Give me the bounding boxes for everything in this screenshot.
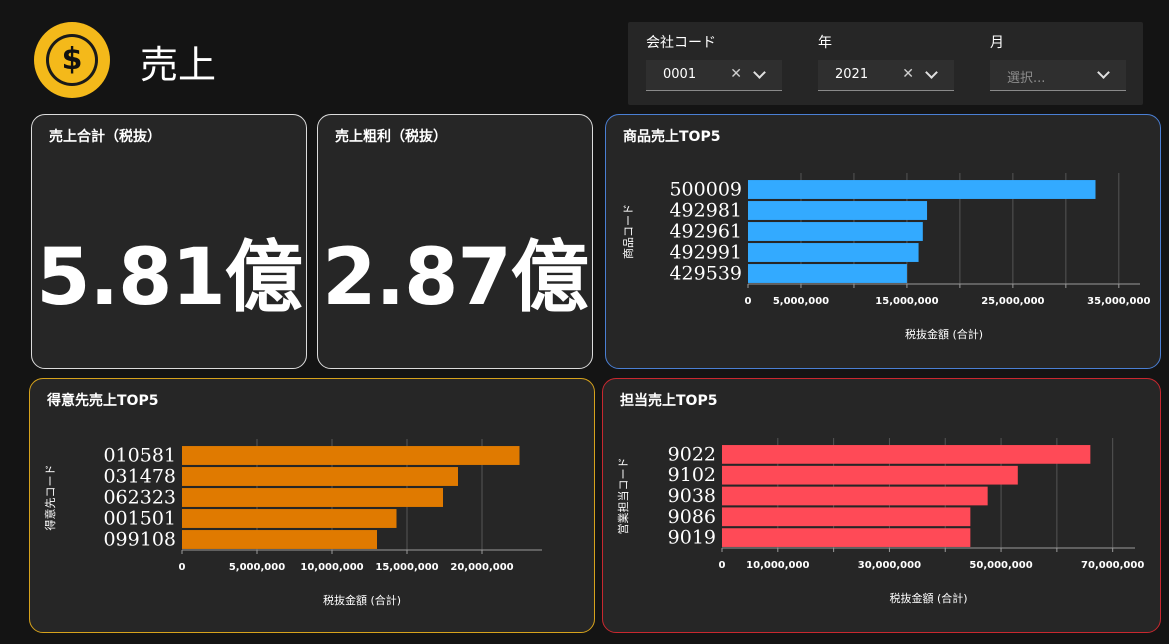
company-code-value: 0001 [663, 67, 697, 82]
x-tick-label: 30,000,000 [858, 560, 921, 571]
x-tick-label: 50,000,000 [969, 560, 1032, 571]
customer-sales-chart: 0105810314780623230015010991080 5,000,000… [43, 439, 542, 607]
category-label: 500009 [669, 179, 742, 201]
page-title: 売上 [140, 43, 217, 87]
category-label: 099108 [103, 529, 176, 551]
chevron-down-icon[interactable] [1097, 66, 1110, 79]
staff-sales-card: 担当売上TOP5 9022 9102 9038 9086 9019 0 10,000,000… [602, 378, 1161, 633]
x-tick-label: 10,000,000 [746, 560, 809, 571]
customer-sales-card: 得意先売上TOP5 010581 031478 062323 001501 099108… [29, 378, 595, 633]
month-placeholder: 選択... [1007, 71, 1046, 86]
bar [182, 488, 443, 507]
product-sales-card: 商品売上TOP5 500009 492981 492961 492991 429539 0… [605, 114, 1161, 369]
bar [722, 465, 1018, 485]
month-label: 月 [990, 35, 1004, 51]
gross-profit-card: 売上粗利（税抜） 2.87億 [317, 114, 593, 369]
category-label: 9086 [668, 506, 716, 528]
x-axis-title: 税抜金額 (合計) [323, 593, 401, 607]
bar [182, 530, 377, 549]
x-tick-label: 5,000,000 [229, 562, 285, 573]
month-select[interactable]: 選択... [990, 60, 1126, 91]
category-label: 9102 [668, 464, 716, 486]
bar [182, 446, 520, 465]
sales-total-title: 売上合計（税抜） [49, 129, 161, 145]
bar [722, 507, 971, 527]
bar [748, 264, 907, 283]
bar [748, 201, 928, 220]
x-tick-label: 0 [719, 560, 726, 571]
product-sales-chart: 5000094929814929614929914295390 5,000,000… [621, 173, 1150, 341]
chevron-down-icon[interactable] [925, 66, 938, 79]
year-label: 年 [818, 35, 832, 51]
gross-profit-title: 売上粗利（税抜） [335, 129, 447, 145]
bar [748, 180, 1096, 199]
category-label: 9022 [668, 443, 716, 465]
filter-panel: 会社コード 0001 ✕ 年 2021 ✕ 月 選択... [628, 22, 1143, 105]
company-code-label: 会社コード [646, 35, 716, 51]
category-label: 001501 [103, 508, 176, 530]
category-label: 031478 [103, 466, 176, 488]
category-label: 9038 [668, 485, 716, 507]
x-tick-label: 0 [179, 562, 186, 573]
category-label: 9019 [668, 527, 716, 549]
bar [722, 445, 1091, 464]
clear-icon[interactable]: ✕ [902, 66, 914, 82]
category-label: 062323 [103, 487, 176, 509]
x-tick-label: 10,000,000 [300, 562, 363, 573]
dollar-glyph: $ [61, 42, 83, 77]
x-tick-label: 5,000,000 [773, 296, 829, 307]
y-axis-title: 営業担当コード [616, 458, 630, 535]
x-tick-label: 20,000,000 [450, 562, 513, 573]
x-axis-title: 税抜金額 (合計) [905, 327, 983, 341]
bar [748, 222, 923, 241]
x-axis-title: 税抜金額 (合計) [889, 591, 967, 605]
dollar-coin-icon: $ [34, 22, 110, 98]
x-tick-label: 25,000,000 [981, 296, 1044, 307]
x-tick-label: 35,000,000 [1087, 296, 1150, 307]
company-code-select[interactable]: 0001 ✕ [646, 60, 782, 91]
category-label: 492991 [669, 242, 742, 264]
clear-icon[interactable]: ✕ [730, 66, 742, 82]
x-tick-label: 0 [745, 296, 752, 307]
x-tick-label: 15,000,000 [375, 562, 438, 573]
y-axis-title: 得意先コード [43, 465, 57, 531]
year-value: 2021 [835, 67, 869, 82]
x-tick-label: 15,000,000 [875, 296, 938, 307]
sales-total-value: 5.81億 [36, 233, 302, 323]
category-label: 492961 [669, 221, 742, 243]
bar [722, 486, 988, 506]
chevron-down-icon[interactable] [753, 66, 766, 79]
bar [722, 528, 971, 547]
category-label: 492981 [669, 200, 742, 222]
y-axis-title: 商品コード [621, 204, 635, 259]
bar [182, 467, 458, 486]
category-label: 429539 [669, 263, 742, 285]
year-select[interactable]: 2021 ✕ [818, 60, 954, 91]
bar [748, 243, 919, 262]
staff-sales-chart: 902291029038908690190 10,000,000 30,000,00… [616, 438, 1144, 605]
bar [182, 509, 397, 528]
sales-total-card: 売上合計（税抜） 5.81億 [31, 114, 307, 369]
gross-profit-value: 2.87億 [322, 233, 588, 323]
x-tick-label: 70,000,000 [1081, 560, 1144, 571]
category-label: 010581 [103, 445, 176, 467]
